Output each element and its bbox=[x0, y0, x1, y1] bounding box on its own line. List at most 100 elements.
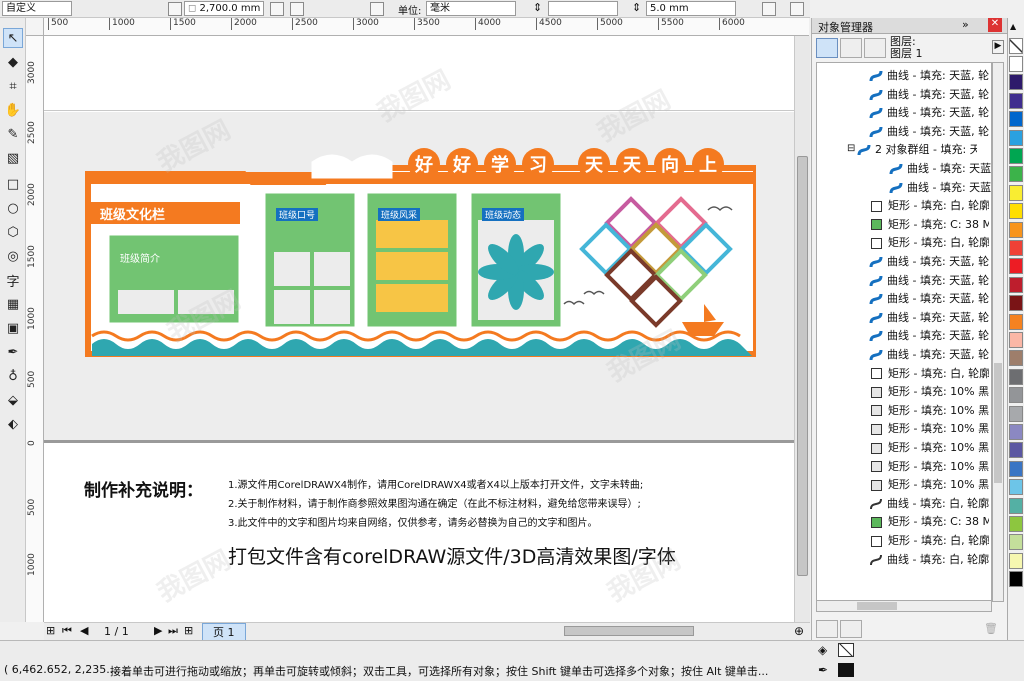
docker-menu-icon[interactable]: ▶ bbox=[992, 40, 1004, 54]
delete-icon[interactable]: 🗑 bbox=[984, 622, 998, 635]
add-page-end-icon[interactable]: ⊞ bbox=[184, 624, 193, 637]
ruler-origin[interactable] bbox=[26, 18, 44, 36]
palette-swatch[interactable] bbox=[1009, 203, 1023, 220]
tree-row[interactable]: 2 对象群组 - 填充: 天 bbox=[857, 141, 977, 159]
new-layer-icon[interactable] bbox=[816, 620, 838, 638]
palette-swatch[interactable] bbox=[1009, 516, 1023, 532]
tree-row[interactable]: 曲线 - 填充: 白, 轮廓 bbox=[869, 551, 989, 569]
tree-row[interactable]: 曲线 - 填充: 天蓝, 轮 bbox=[869, 309, 989, 327]
freehand-tool-icon[interactable]: ✎ bbox=[3, 124, 23, 144]
palette-swatch[interactable] bbox=[1009, 111, 1023, 128]
tree-row[interactable]: 矩形 - 填充: 10% 黑 bbox=[869, 383, 989, 401]
tree-row[interactable]: 矩形 - 填充: 10% 黑 bbox=[869, 476, 989, 494]
tree-row[interactable]: 曲线 - 填充: 天蓝, 轮 bbox=[869, 272, 989, 290]
tree-hscroll[interactable] bbox=[816, 600, 992, 612]
palette-swatch[interactable] bbox=[1009, 387, 1023, 404]
culture-board-artwork[interactable] bbox=[84, 144, 756, 364]
add-page-icon[interactable]: ⊞ bbox=[46, 624, 55, 637]
tree-row[interactable]: 矩形 - 填充: 白, 轮廓 bbox=[869, 532, 989, 550]
edit-across-layers-icon[interactable] bbox=[840, 38, 862, 58]
palette-swatch[interactable] bbox=[1009, 479, 1023, 496]
tree-row[interactable]: 曲线 - 填充: 天蓝, 轮 bbox=[869, 123, 989, 141]
tree-row[interactable]: 曲线 - 填充: 白, 轮廓 bbox=[869, 495, 989, 513]
last-page-icon[interactable]: ⏭ bbox=[168, 624, 178, 638]
polygon-tool-icon[interactable]: ⬡ bbox=[3, 222, 23, 242]
prev-page-icon[interactable]: ◀ bbox=[80, 624, 88, 637]
tree-row[interactable]: 曲线 - 填充: 天蓝, 轮 bbox=[869, 346, 989, 364]
new-master-layer-icon[interactable] bbox=[840, 620, 862, 638]
settings-icon[interactable] bbox=[762, 2, 776, 16]
preset-select[interactable]: 自定义 bbox=[2, 1, 72, 16]
fill-tool-icon[interactable]: ⬙ bbox=[3, 390, 23, 410]
palette-swatch[interactable] bbox=[1009, 571, 1023, 588]
shape-tool-icon[interactable]: ◆ bbox=[3, 52, 23, 72]
palette-swatch[interactable] bbox=[1009, 276, 1023, 293]
palette-swatch[interactable] bbox=[1009, 552, 1023, 569]
tree-row[interactable]: 矩形 - 填充: 白, 轮廓 bbox=[869, 234, 989, 252]
portrait-icon[interactable] bbox=[290, 2, 304, 16]
palette-swatch[interactable] bbox=[1009, 405, 1023, 422]
tree-row[interactable]: 矩形 - 填充: 白, 轮廓 bbox=[869, 197, 989, 215]
nudge-field[interactable] bbox=[548, 1, 618, 16]
width-field[interactable]: ◻ 2,700.0 mm bbox=[184, 1, 264, 16]
palette-swatch[interactable] bbox=[1009, 295, 1023, 312]
first-page-icon[interactable]: ⏮ bbox=[62, 624, 72, 638]
palette-swatch[interactable] bbox=[1009, 534, 1023, 551]
zoom-icon[interactable]: ⊕ bbox=[794, 624, 804, 638]
rectangle-tool-icon[interactable]: □ bbox=[3, 174, 23, 194]
tree-row[interactable]: 矩形 - 填充: C: 38 M bbox=[869, 216, 989, 234]
vscroll-thumb[interactable] bbox=[797, 156, 808, 576]
options-icon[interactable] bbox=[790, 2, 804, 16]
tree-row[interactable]: 矩形 - 填充: 10% 黑 bbox=[869, 458, 989, 476]
outline-indicator-icon[interactable]: ✒ bbox=[818, 663, 828, 677]
palette-swatch[interactable] bbox=[1009, 424, 1023, 440]
zoom-tool-icon[interactable]: ✋ bbox=[3, 100, 23, 120]
outline-color-swatch[interactable] bbox=[838, 663, 854, 677]
pick-tool-icon[interactable]: ↖ bbox=[3, 28, 23, 48]
outline-tool-icon[interactable]: ♁ bbox=[3, 366, 23, 386]
horizontal-ruler[interactable]: 500 1000 1500 2000 2500 3000 3500 4000 4… bbox=[44, 18, 809, 36]
palette-scroll-up-icon[interactable]: ▲ bbox=[1010, 22, 1022, 32]
drawing-canvas[interactable]: 好 好 学 习 天 天 向 上 班级文化栏 班级简介 班级口号 班级风采 班级动… bbox=[44, 36, 794, 622]
tree-row[interactable]: 矩形 - 填充: C: 38 M bbox=[869, 513, 989, 531]
palette-swatch[interactable] bbox=[1009, 368, 1023, 385]
no-fill-swatch[interactable] bbox=[838, 643, 854, 657]
next-page-icon[interactable]: ▶ bbox=[154, 624, 162, 637]
tree-row[interactable]: 曲线 - 填充: 天蓝 bbox=[889, 179, 991, 197]
palette-swatch[interactable] bbox=[1009, 313, 1023, 330]
tree-row[interactable]: 矩形 - 填充: 白, 轮廓 bbox=[869, 365, 989, 383]
palette-swatch[interactable] bbox=[1009, 240, 1023, 256]
palette-swatch[interactable] bbox=[1009, 497, 1023, 514]
landscape-icon[interactable] bbox=[370, 2, 384, 16]
palette-swatch[interactable] bbox=[1009, 166, 1023, 183]
page-tab[interactable]: 页 1 bbox=[202, 623, 246, 641]
palette-swatch[interactable] bbox=[1009, 184, 1023, 201]
docker-collapse-icon[interactable]: » bbox=[962, 18, 969, 31]
hscroll-thumb[interactable] bbox=[564, 626, 694, 636]
palette-swatch[interactable] bbox=[1009, 442, 1023, 459]
fill-indicator-icon[interactable]: ◈ bbox=[818, 643, 827, 657]
tree-vscroll-thumb[interactable] bbox=[994, 363, 1002, 483]
table-tool-icon[interactable]: ▦ bbox=[3, 294, 23, 314]
show-properties-icon[interactable] bbox=[816, 38, 838, 58]
smart-fill-tool-icon[interactable]: ▧ bbox=[3, 148, 23, 168]
tree-row[interactable]: 矩形 - 填充: 10% 黑 bbox=[869, 402, 989, 420]
interactive-fill-tool-icon[interactable]: ⬖ bbox=[3, 414, 23, 434]
palette-swatch[interactable] bbox=[1009, 92, 1023, 109]
palette-swatch[interactable] bbox=[1009, 332, 1023, 348]
eyedropper-tool-icon[interactable]: ✒ bbox=[3, 342, 23, 362]
close-icon[interactable]: ✕ bbox=[988, 18, 1002, 32]
basic-shapes-tool-icon[interactable]: ◎ bbox=[3, 246, 23, 266]
tree-row[interactable]: 曲线 - 填充: 天蓝, 轮 bbox=[869, 104, 989, 122]
text-tool-icon[interactable]: 字 bbox=[3, 270, 23, 290]
vertical-ruler[interactable]: 3000 2500 2000 1500 1000 500 0 500 1000 bbox=[26, 36, 44, 622]
palette-swatch[interactable] bbox=[1009, 221, 1023, 238]
no-color-swatch[interactable] bbox=[1009, 38, 1023, 54]
tree-row[interactable]: 曲线 - 填充: 天蓝, 轮 bbox=[869, 253, 989, 271]
tree-row[interactable]: 曲线 - 填充: 天蓝, 轮 bbox=[869, 67, 989, 85]
tree-row[interactable]: 曲线 - 填充: 天蓝, 轮 bbox=[869, 290, 989, 308]
palette-swatch[interactable] bbox=[1009, 56, 1023, 72]
tree-row[interactable]: 矩形 - 填充: 10% 黑 bbox=[869, 439, 989, 457]
palette-swatch[interactable] bbox=[1009, 460, 1023, 477]
tree-hscroll-thumb[interactable] bbox=[857, 602, 897, 610]
